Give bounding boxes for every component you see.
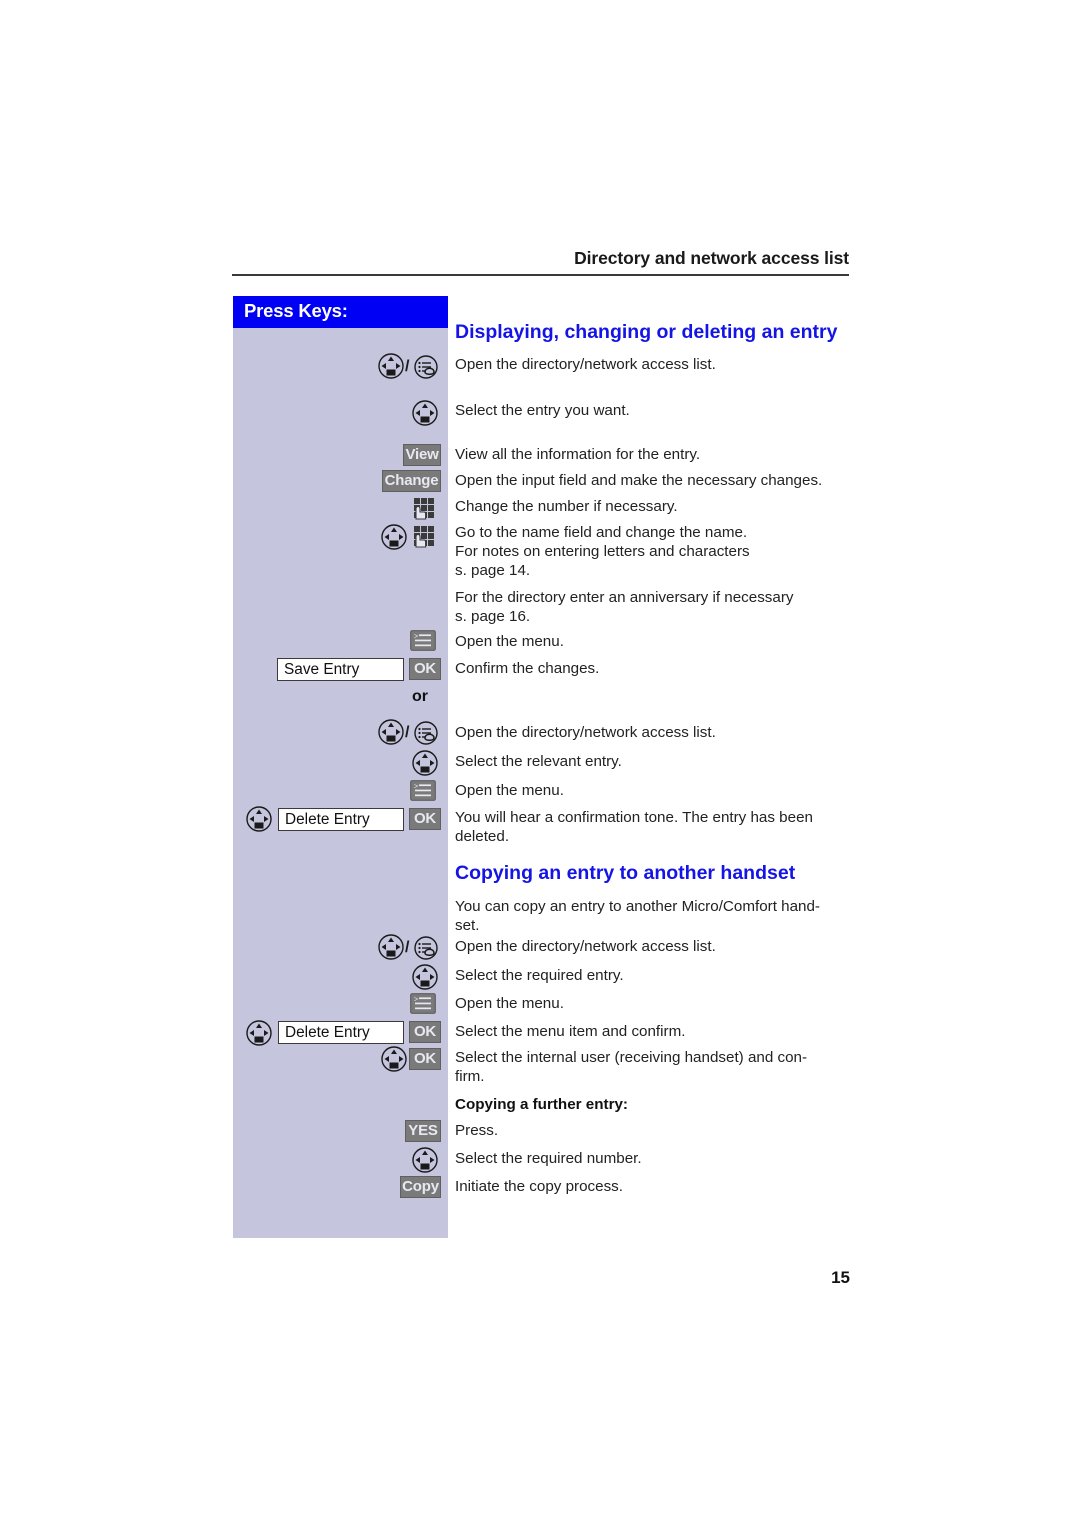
ok-softkey-2[interactable]: OK [409,808,441,830]
svg-text:>: > [414,997,418,1004]
page-number: 15 [831,1268,850,1287]
copy-intro-text: You can copy an entry to another Micro/C… [455,898,820,935]
navigation-key-icon[interactable] [378,353,404,379]
menu-key-icon[interactable]: > [410,780,436,801]
step-text-open-directory-1: Open the directory/network access list. [455,356,716,373]
save-entry-display-field[interactable]: Save Entry [277,658,404,681]
slash-separator-2: / [405,724,410,741]
step-text-initiate-copy: Initiate the copy process. [455,1178,623,1195]
section-title-copying: Copying an entry to another handset [455,862,796,884]
menu-key-icon[interactable]: > [410,630,436,651]
slash-separator-3: / [405,939,410,956]
step-text-view-all: View all the information for the entry. [455,446,701,463]
section-title-displaying: Displaying, changing or deleting an entr… [455,321,838,343]
navigation-key-icon[interactable] [412,1147,438,1173]
copy-softkey[interactable]: Copy [400,1176,441,1198]
navigation-key-icon[interactable] [246,1020,272,1046]
subheading-copying-further: Copying a further entry: [455,1096,628,1113]
svg-text:>: > [414,784,418,791]
navigation-key-icon[interactable] [246,806,272,832]
navigation-key-icon[interactable] [412,400,438,426]
keypad-key-icon[interactable] [412,524,436,548]
step-text-open-menu-2: Open the menu. [455,782,564,799]
menu-key-icon[interactable]: > [410,993,436,1014]
sidebar-title-bar: Press Keys: [233,296,448,328]
step-text-open-menu-3: Open the menu. [455,995,564,1012]
step-text-select-required-number: Select the required number. [455,1150,642,1167]
svg-text:>: > [414,634,418,641]
step-text-select-menu-item: Select the menu item and confirm. [455,1023,686,1040]
step-text-open-directory-3: Open the directory/network access list. [455,938,716,955]
sidebar-title-label: Press Keys: [244,300,348,321]
navigation-key-icon[interactable] [381,524,407,550]
step-text-select-relevant: Select the relevant entry. [455,753,622,770]
change-softkey[interactable]: Change [382,470,441,492]
step-text-press: Press. [455,1122,499,1139]
network-access-list-icon[interactable] [414,936,438,960]
keypad-key-icon[interactable] [412,496,436,520]
navigation-key-icon[interactable] [412,964,438,990]
step-text-open-directory-2: Open the directory/network access list. [455,724,716,741]
slash-separator-1: / [405,358,410,375]
page-header: Directory and network access list [232,248,849,276]
navigation-key-icon[interactable] [412,750,438,776]
delete-entry-display-field-2[interactable]: Delete Entry [278,1021,404,1044]
step-text-change-number: Change the number if necessary. [455,498,678,515]
navigation-key-icon[interactable] [378,934,404,960]
step-text-deleted-tone: You will hear a confirmation tone. The e… [455,809,813,846]
ok-softkey-3[interactable]: OK [409,1021,441,1043]
network-access-list-icon[interactable] [414,721,438,745]
step-text-open-menu-1: Open the menu. [455,633,564,650]
view-softkey[interactable]: View [403,444,441,466]
ok-softkey-1[interactable]: OK [409,658,441,680]
step-text-select-required-entry: Select the required entry. [455,967,624,984]
step-text-confirm-changes: Confirm the changes. [455,660,600,677]
yes-softkey[interactable]: YES [405,1120,441,1142]
page-header-title: Directory and network access list [574,248,849,268]
header-divider [232,274,849,276]
or-separator-label: or [412,688,428,705]
ok-softkey-4[interactable]: OK [409,1048,441,1070]
navigation-key-icon[interactable] [378,719,404,745]
step-text-open-input: Open the input field and make the necess… [455,472,823,489]
step-text-goto-name-field: Go to the name field and change the name… [455,524,750,580]
navigation-key-icon[interactable] [381,1046,407,1072]
step-text-anniversary: For the directory enter an anniversary i… [455,589,794,626]
delete-entry-display-field-1[interactable]: Delete Entry [278,808,404,831]
network-access-list-icon[interactable] [414,355,438,379]
step-text-select-entry: Select the entry you want. [455,402,630,419]
step-text-select-internal-user: Select the internal user (receiving hand… [455,1049,808,1086]
